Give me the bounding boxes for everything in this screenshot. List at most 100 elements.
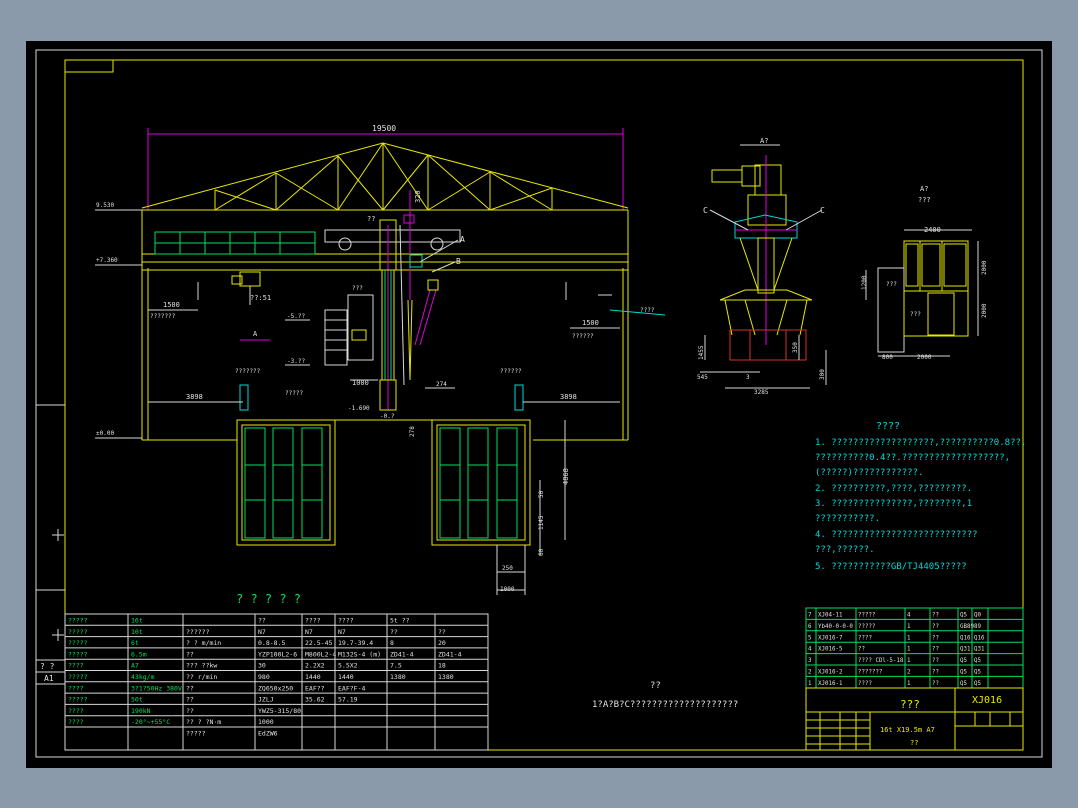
param-cell: 8: [390, 639, 394, 647]
param-cell: EdZW6: [258, 730, 278, 738]
left-q1: ???????: [150, 313, 176, 320]
param-cell: 6.5m: [131, 650, 147, 658]
cad-drawing-canvas[interactable]: ? ? A1 19500 320 9.530 +7.360 ±0.00 ?? ?…: [0, 0, 1078, 808]
param-cell: 7.5: [390, 662, 402, 670]
d1145: 1145: [538, 515, 545, 530]
elev-pit: -0.?: [380, 413, 395, 420]
left-3898: 3898: [186, 393, 203, 401]
trolley-label: ??: [367, 215, 375, 223]
param-cell: 18: [438, 662, 446, 670]
center-caption-1: ??: [650, 681, 661, 691]
param-cell: ?? ? ?N·m: [186, 718, 221, 726]
param-cell: 1440: [338, 673, 354, 681]
bom-cell: ????: [858, 635, 872, 641]
param-cell: N7: [305, 628, 313, 636]
bom-cell: ???????: [858, 670, 882, 676]
bom-cell: ??: [932, 658, 939, 664]
pit-2000c: 2000: [917, 354, 932, 361]
cs-300: 300: [819, 369, 826, 380]
margin-label-1: ? ?: [40, 662, 55, 671]
bom-cell: ??: [932, 670, 939, 676]
param-cell: 1380: [438, 673, 454, 681]
param-cell: ZD41-4: [438, 650, 462, 658]
pit-800: 800: [882, 354, 893, 361]
bom-cell: XJ04-11: [818, 613, 843, 619]
bom-cell: 4: [808, 647, 812, 653]
bom-cell: ?????: [858, 613, 875, 619]
bom-cell: Yb40-0-0-0: [818, 624, 853, 630]
param-cell: JZLJ: [258, 696, 274, 704]
param-cell: 35.62: [305, 696, 325, 704]
platform-q: ???: [352, 285, 363, 292]
param-cell: N7: [258, 628, 266, 636]
param-cell: ??????: [186, 628, 210, 636]
param-cell: ZQ650x250: [258, 684, 293, 692]
note-line-7: ???,??????.: [815, 545, 875, 555]
bom-cell: 1: [907, 647, 911, 653]
param-cell: ?????: [68, 673, 88, 681]
bom-cell: Q31: [960, 647, 971, 653]
note-line-5: ???????????.: [815, 514, 880, 524]
d250: 250: [502, 565, 513, 572]
d60: 60: [538, 548, 545, 556]
elev-mid2: -3.??: [287, 358, 305, 365]
bom-cell: 89: [974, 624, 981, 630]
right-3898: 3898: [560, 393, 577, 401]
pit-2000a: 2000: [981, 260, 988, 275]
param-cell: ????: [68, 707, 84, 715]
bom-cell: ??: [932, 613, 939, 619]
bom-cell: Q5: [960, 670, 967, 676]
param-cell: 5t ??: [390, 617, 410, 625]
truss-height-dim: 320: [414, 190, 422, 203]
param-cell: ??? ??kw: [186, 662, 217, 670]
param-cell: 10t: [131, 628, 143, 636]
bom-cell: 1: [808, 681, 812, 687]
param-cell: 57.19: [338, 696, 358, 704]
param-cell: ?????: [68, 650, 88, 658]
param-cell: ??: [438, 628, 446, 636]
mark-c-left: C: [703, 206, 708, 215]
note-line-2: (?????)????????????.: [815, 468, 923, 478]
param-cell: A7: [131, 662, 139, 670]
plan-label: A?: [920, 185, 928, 193]
param-cell: ??: [186, 650, 194, 658]
cs-350: 350: [792, 342, 799, 353]
note-line-6: 4. ???????????????????????????: [815, 530, 978, 540]
param-cell: 190kN: [131, 707, 151, 715]
param-cell: 19.7-39.4: [338, 639, 373, 647]
bom-cell: Q0: [974, 613, 981, 619]
bom-cell: 1: [907, 658, 911, 664]
param-cell: ????: [338, 617, 354, 625]
param-cell: 6t: [131, 639, 139, 647]
cs-3: 3: [746, 374, 750, 381]
param-cell: ?????: [68, 617, 88, 625]
param-cell: ??: [186, 696, 194, 704]
param-cell: ????: [305, 617, 321, 625]
mark-b: B: [456, 257, 461, 266]
bom-cell: Q5: [960, 658, 967, 664]
bom-cell: Q31: [974, 647, 985, 653]
param-cell: ????: [68, 718, 84, 726]
bom-cell: Q16: [960, 635, 971, 641]
elev-low: -1.690: [348, 405, 370, 412]
center-caption-2: 1?A?B?C????????????????????: [592, 700, 738, 710]
d50: 50: [538, 490, 545, 498]
param-cell: EAF?F-4: [338, 684, 365, 692]
bom-cell: 1: [907, 635, 911, 641]
bom-cell: ???? CDl-5-18: [858, 658, 904, 664]
mast-1000-dim: 1000: [352, 379, 369, 387]
param-cell: ????: [68, 684, 84, 692]
bom-cell: 4: [907, 613, 911, 619]
param-cell: 22.5-45: [305, 639, 332, 647]
notes-title: ????: [876, 421, 900, 432]
param-cell: 5.5X2: [338, 662, 358, 670]
right-clear-dim: 1500: [582, 319, 599, 327]
note-line-1: ??????????0.4??.???????????????????,: [815, 453, 1010, 463]
margin-label-2: A1: [44, 674, 54, 683]
bom-cell: Q5: [974, 658, 981, 664]
param-cell: 1440: [305, 673, 321, 681]
note-line-3: 2. ??????????,????,?????????.: [815, 484, 972, 494]
param-cell: ?????: [186, 730, 206, 738]
param-cell: 0.8-8.5: [258, 639, 285, 647]
mark-c-right: C: [820, 206, 825, 215]
